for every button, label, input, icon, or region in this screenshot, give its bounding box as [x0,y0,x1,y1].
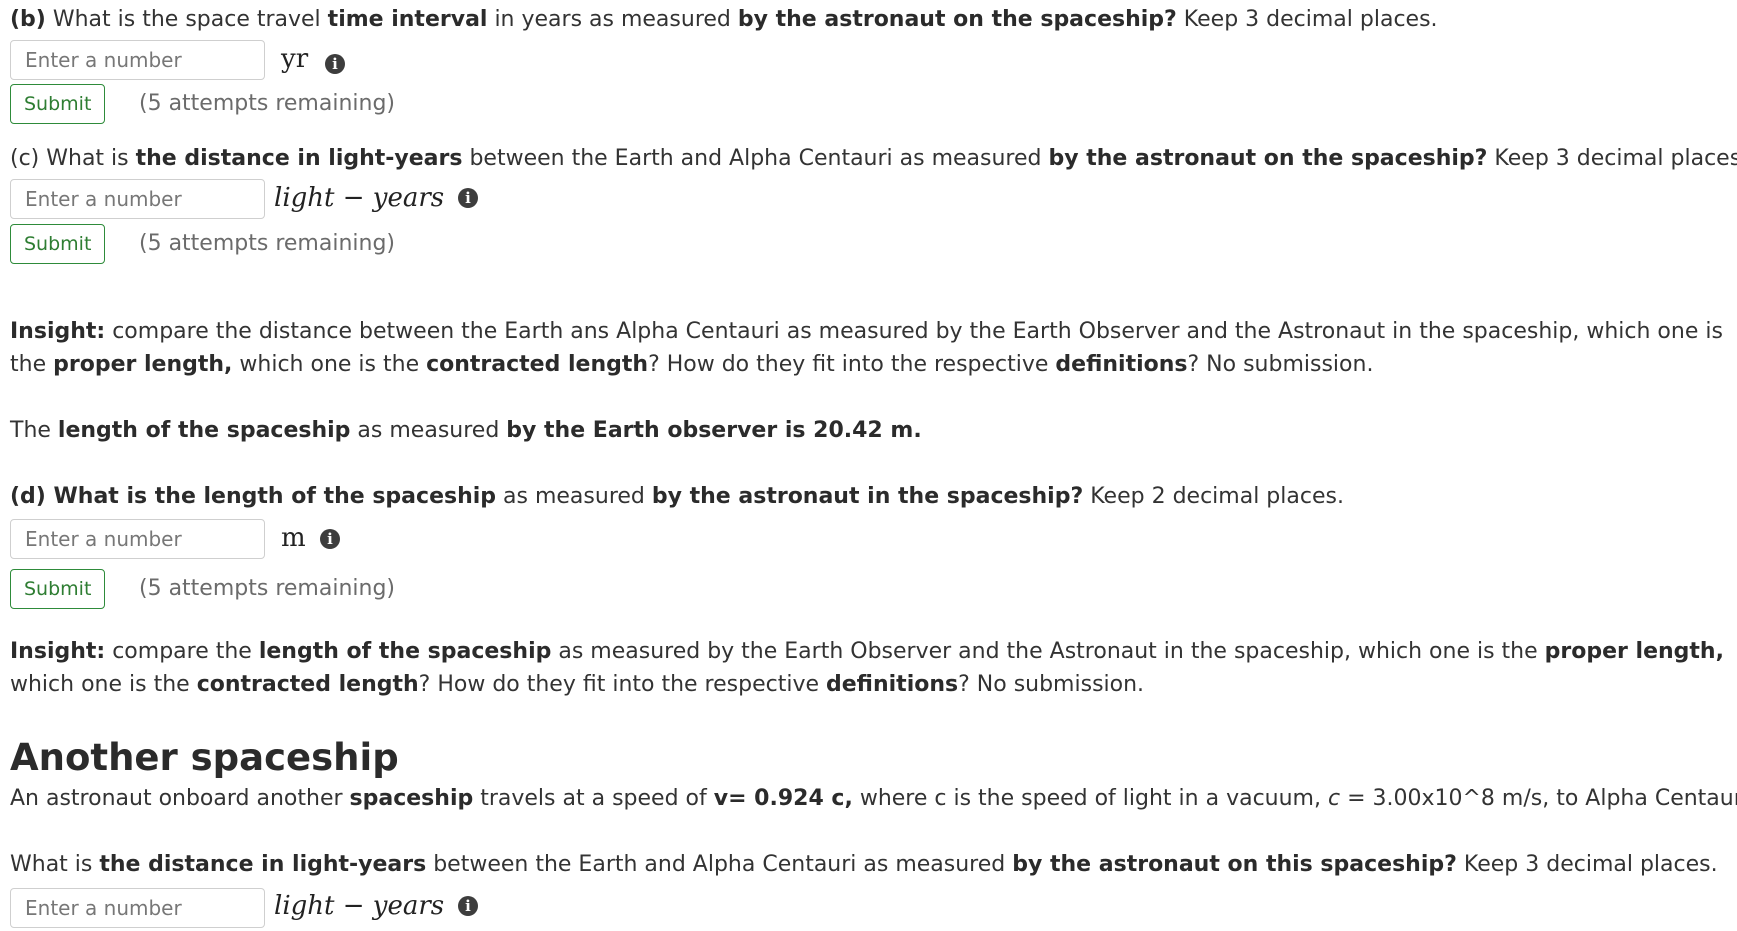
length-note-text: The length of the spaceship as measured … [10,418,922,443]
attempts-c-text: (5 attempts remaining) [139,231,395,256]
submit-b-button[interactable]: Submit [10,84,106,124]
question-d-text: (d) What is the length of the spaceship … [10,484,1344,509]
insight-1-paragraph: Insight: compare the distance between th… [10,319,1723,377]
answer-e-input[interactable] [10,888,265,928]
submit-d-button[interactable]: Submit [10,569,106,609]
another-spaceship-description: An astronaut onboard another spaceship t… [10,786,1737,811]
unit-b-label: yr [281,44,309,74]
insight-2-paragraph: Insight: compare the length of the space… [10,639,1724,697]
answer-d-input[interactable] [10,519,265,559]
unit-e-label: light − years [274,891,445,921]
attempts-b-text: (5 attempts remaining) [139,91,395,116]
submit-c-button[interactable]: Submit [10,224,106,264]
question-c-text: (c) What is the distance in light-years … [10,146,1737,171]
unit-d-label: m [281,523,306,553]
section-title: Another spaceship [10,736,399,779]
question-b-text: (b) What is the space travel time interv… [10,7,1438,32]
info-icon[interactable]: i [458,188,478,208]
answer-c-input[interactable] [10,179,265,219]
answer-b-input[interactable] [10,40,265,80]
problem-page: (b) What is the space travel time interv… [0,0,1737,931]
info-icon[interactable]: i [320,529,340,549]
question-e-text: What is the distance in light-years betw… [10,852,1718,877]
info-icon[interactable]: i [458,896,478,916]
attempts-d-text: (5 attempts remaining) [139,576,395,601]
info-icon[interactable]: i [325,54,345,74]
unit-c-label: light − years [274,183,445,213]
